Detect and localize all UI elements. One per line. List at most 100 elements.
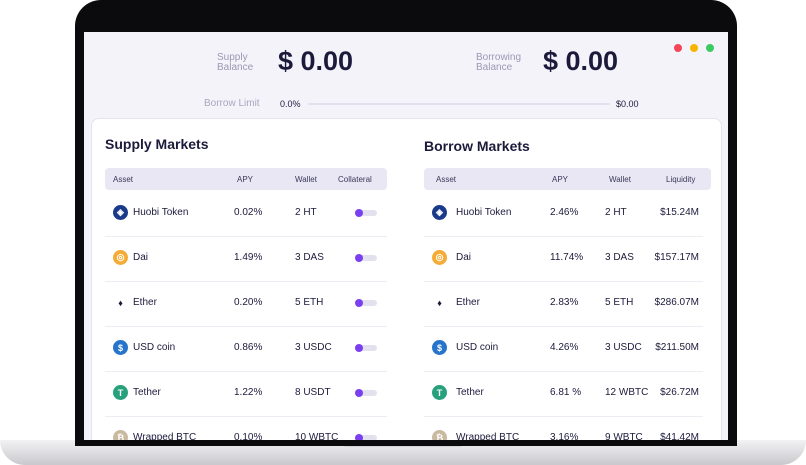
huobi-icon: ◈ <box>432 205 447 220</box>
apy-value: 0.10% <box>234 432 263 440</box>
wallet-balance: 5 ETH <box>605 297 634 308</box>
collateral-toggle[interactable] <box>355 299 377 307</box>
liquidity-value: $211.50M <box>655 342 699 353</box>
asset-name: Tether <box>133 387 161 398</box>
supply-table-header: Asset APY Wallet Collateral <box>105 168 387 190</box>
ether-icon: ♦ <box>113 295 128 310</box>
toggle-knob <box>355 299 363 307</box>
apy-value: 6.81 % <box>550 387 582 398</box>
borrow-limit-label: Borrow Limit <box>204 98 260 109</box>
table-row[interactable]: ₿ Wrapped BTC 0.10% 10 WBTC <box>105 416 387 440</box>
tether-icon: T <box>113 385 128 400</box>
window-controls <box>674 44 714 52</box>
toggle-knob <box>355 209 363 217</box>
supply-balance-value: $ 0.00 <box>278 46 354 76</box>
close-dot[interactable] <box>674 44 682 52</box>
borrow-balance-label-line2: Balance <box>476 62 513 73</box>
wallet-balance: 5 ETH <box>295 297 324 308</box>
liquidity-value: $41.42M <box>660 432 699 440</box>
column-asset[interactable]: Asset <box>436 175 456 184</box>
borrow-table-header: Asset APY Wallet Liquidity <box>424 168 711 190</box>
wallet-balance: 2 HT <box>605 207 627 218</box>
asset-name: Wrapped BTC <box>133 432 197 440</box>
wallet-balance: 9 WBTC <box>605 432 643 440</box>
table-row[interactable]: ◎ Dai 1.49% 3 DAS <box>105 236 387 282</box>
table-row[interactable]: ♦ Ether 0.20% 5 ETH <box>105 281 387 327</box>
huobi-icon: ◈ <box>113 205 128 220</box>
table-row[interactable]: T Tether 1.22% 8 USDT <box>105 371 387 417</box>
collateral-toggle[interactable] <box>355 254 377 262</box>
maximize-dot[interactable] <box>706 44 714 52</box>
table-row[interactable]: $ USD coin 4.26% 3 USDC $211.50M <box>424 326 703 372</box>
column-wallet[interactable]: Wallet <box>295 175 317 184</box>
table-row[interactable]: ◈ Huobi Token 0.02% 2 HT <box>105 191 387 237</box>
toggle-knob <box>355 344 363 352</box>
collateral-toggle[interactable] <box>355 344 377 352</box>
app-screen: Supply Balance $ 0.00 Borrowing Balance … <box>84 32 728 440</box>
wallet-balance: 3 USDC <box>295 342 332 353</box>
column-apy[interactable]: APY <box>552 175 568 184</box>
asset-name: Tether <box>456 387 484 398</box>
ether-icon: ♦ <box>432 295 447 310</box>
asset-name: Ether <box>133 297 157 308</box>
borrow-markets-title: Borrow Markets <box>424 138 530 154</box>
apy-value: 0.02% <box>234 207 263 218</box>
apy-value: 3.16% <box>550 432 579 440</box>
table-row[interactable]: ◎ Dai 11.74% 3 DAS $157.17M <box>424 236 703 282</box>
apy-value: 0.20% <box>234 297 263 308</box>
liquidity-value: $15.24M <box>660 207 699 218</box>
wbtc-icon: ₿ <box>113 430 128 440</box>
dai-icon: ◎ <box>113 250 128 265</box>
apy-value: 1.22% <box>234 387 263 398</box>
column-liquidity[interactable]: Liquidity <box>666 175 695 184</box>
column-wallet[interactable]: Wallet <box>609 175 631 184</box>
apy-value: 4.26% <box>550 342 579 353</box>
supply-balance-label-line2: Balance <box>217 62 254 73</box>
wallet-balance: 2 HT <box>295 207 317 218</box>
supply-markets-title: Supply Markets <box>105 136 209 152</box>
borrow-balance-value: $ 0.00 <box>543 46 619 76</box>
column-apy[interactable]: APY <box>237 175 253 184</box>
asset-name: Wrapped BTC <box>456 432 520 440</box>
apy-value: 2.46% <box>550 207 579 218</box>
wallet-balance: 3 DAS <box>605 252 634 263</box>
asset-name: Dai <box>456 252 472 263</box>
wallet-balance: 3 DAS <box>295 252 324 263</box>
toggle-knob <box>355 434 363 440</box>
asset-name: Huobi Token <box>133 207 189 218</box>
collateral-toggle[interactable] <box>355 209 377 217</box>
column-collateral[interactable]: Collateral <box>338 175 372 184</box>
apy-value: 0.86% <box>234 342 263 353</box>
toggle-knob <box>355 389 363 397</box>
asset-name: Ether <box>456 297 480 308</box>
wallet-balance: 8 USDT <box>295 387 331 398</box>
table-row[interactable]: ♦ Ether 2.83% 5 ETH $286.07M <box>424 281 703 327</box>
asset-name: Dai <box>133 252 149 263</box>
borrow-limit-bar <box>308 103 610 105</box>
tether-icon: T <box>432 385 447 400</box>
apy-value: 11.74% <box>550 252 584 263</box>
borrow-limit-percent: 0.0% <box>280 99 301 109</box>
collateral-toggle[interactable] <box>355 434 377 440</box>
liquidity-value: $286.07M <box>654 297 699 308</box>
table-row[interactable]: $ USD coin 0.86% 3 USDC <box>105 326 387 372</box>
table-row[interactable]: T Tether 6.81 % 12 WBTC $26.72M <box>424 371 703 417</box>
table-row[interactable]: ◈ Huobi Token 2.46% 2 HT $15.24M <box>424 191 703 237</box>
usdc-icon: $ <box>432 340 447 355</box>
asset-name: USD coin <box>133 342 176 353</box>
liquidity-value: $26.72M <box>660 387 699 398</box>
collateral-toggle[interactable] <box>355 389 377 397</box>
wallet-balance: 3 USDC <box>605 342 642 353</box>
wbtc-icon: ₿ <box>432 430 447 440</box>
column-asset[interactable]: Asset <box>113 175 133 184</box>
apy-value: 2.83% <box>550 297 579 308</box>
apy-value: 1.49% <box>234 252 263 263</box>
borrow-limit-amount: $0.00 <box>616 99 639 109</box>
minimize-dot[interactable] <box>690 44 698 52</box>
dai-icon: ◎ <box>432 250 447 265</box>
table-row[interactable]: ₿ Wrapped BTC 3.16% 9 WBTC $41.42M <box>424 416 703 440</box>
asset-name: Huobi Token <box>456 207 512 218</box>
liquidity-value: $157.17M <box>654 252 699 263</box>
markets-card: Supply Markets Asset APY Wallet Collater… <box>91 118 722 440</box>
toggle-knob <box>355 254 363 262</box>
